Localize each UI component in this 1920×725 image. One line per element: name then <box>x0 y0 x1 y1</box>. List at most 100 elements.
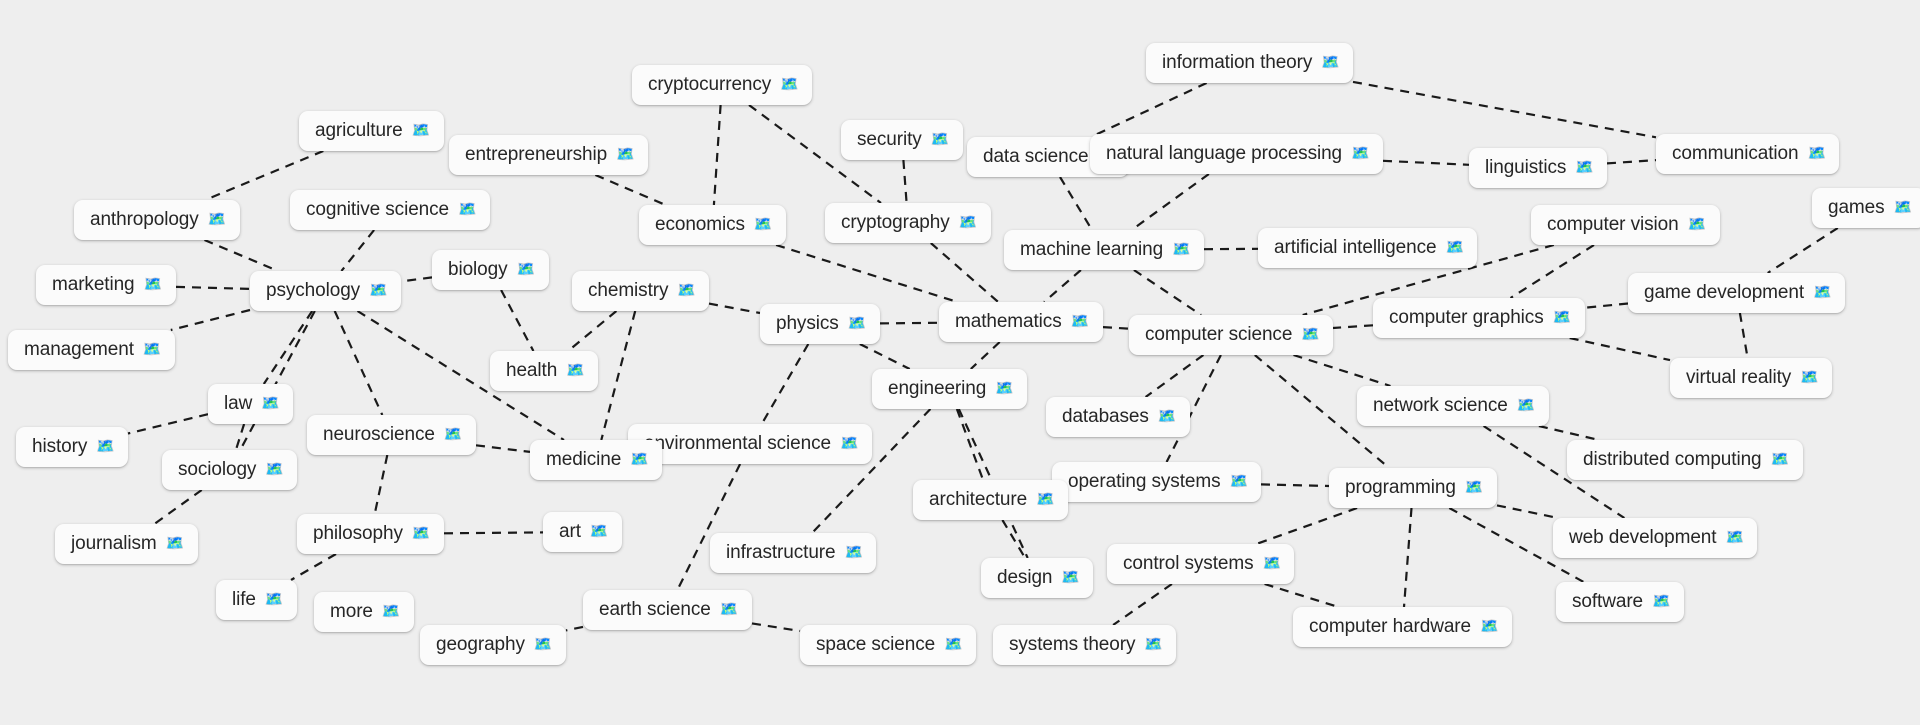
graph-node-label: space science <box>816 634 936 655</box>
graph-node-databases[interactable]: databases 🗺️ <box>1046 397 1190 437</box>
world-map-icon: 🗺️ <box>1070 313 1090 330</box>
world-map-icon: 🗺️ <box>1725 529 1745 546</box>
graph-node-infrastructure[interactable]: infrastructure 🗺️ <box>710 533 877 573</box>
graph-node-label: health <box>506 360 558 381</box>
graph-node-cognitive-science[interactable]: cognitive science 🗺️ <box>290 190 490 230</box>
graph-node-linguistics[interactable]: linguistics 🗺️ <box>1469 148 1608 188</box>
graph-node-label: architecture <box>929 489 1028 510</box>
world-map-icon: 🗺️ <box>1351 145 1370 162</box>
graph-node-economics[interactable]: economics 🗺️ <box>639 205 786 245</box>
graph-node-management[interactable]: management 🗺️ <box>8 330 175 370</box>
graph-node-computer-science[interactable]: computer science 🗺️ <box>1129 315 1334 355</box>
graph-node-law[interactable]: law 🗺️ <box>208 384 294 424</box>
graph-node-anthropology[interactable]: anthropology 🗺️ <box>74 200 240 240</box>
world-map-icon: 🗺️ <box>261 395 280 412</box>
graph-node-label: distributed computing <box>1583 449 1762 470</box>
graph-node-psychology[interactable]: psychology 🗺️ <box>250 271 402 311</box>
graph-node-label: earth science <box>599 599 711 620</box>
graph-node-natural-language-processing[interactable]: natural language processing 🗺️ <box>1090 134 1384 174</box>
graph-node-label: economics <box>655 214 745 235</box>
graph-node-environmental-science[interactable]: environmental science 🗺️ <box>628 424 872 464</box>
graph-node-health[interactable]: health 🗺️ <box>490 351 599 391</box>
graph-node-label: natural language processing <box>1106 143 1343 164</box>
graph-node-label: systems theory <box>1009 634 1136 655</box>
graph-node-web-development[interactable]: web development 🗺️ <box>1553 518 1758 558</box>
world-map-icon: 🗺️ <box>753 216 773 233</box>
graph-node-cryptography[interactable]: cryptography 🗺️ <box>825 203 991 243</box>
world-map-icon: 🗺️ <box>1172 241 1191 258</box>
graph-node-label: operating systems <box>1068 471 1221 492</box>
graph-node-architecture[interactable]: architecture 🗺️ <box>913 480 1069 520</box>
world-map-icon: 🗺️ <box>847 315 867 332</box>
graph-node-agriculture[interactable]: agriculture 🗺️ <box>299 111 444 151</box>
graph-node-computer-hardware[interactable]: computer hardware 🗺️ <box>1293 607 1512 647</box>
graph-node-label: journalism <box>71 533 157 554</box>
graph-node-artificial-intelligence[interactable]: artificial intelligence 🗺️ <box>1258 228 1478 268</box>
graph-node-geography[interactable]: geography 🗺️ <box>420 625 566 665</box>
graph-node-marketing[interactable]: marketing 🗺️ <box>36 265 176 305</box>
graph-node-game-development[interactable]: game development 🗺️ <box>1628 273 1846 313</box>
graph-node-earth-science[interactable]: earth science 🗺️ <box>583 590 752 630</box>
graph-node-label: neuroscience <box>323 424 435 445</box>
graph-node-label: anthropology <box>90 209 199 230</box>
graph-node-chemistry[interactable]: chemistry 🗺️ <box>572 271 710 311</box>
graph-node-label: art <box>559 521 581 542</box>
world-map-icon: 🗺️ <box>1516 397 1536 414</box>
graph-node-journalism[interactable]: journalism 🗺️ <box>55 524 198 564</box>
graph-node-label: security <box>857 129 922 150</box>
graph-node-label: life <box>232 589 256 610</box>
graph-node-engineering[interactable]: engineering 🗺️ <box>872 369 1028 409</box>
graph-node-design[interactable]: design 🗺️ <box>981 558 1094 598</box>
world-map-icon: 🗺️ <box>566 362 585 379</box>
graph-node-label: artificial intelligence <box>1274 237 1437 258</box>
graph-node-virtual-reality[interactable]: virtual reality 🗺️ <box>1670 358 1833 398</box>
graph-node-software[interactable]: software 🗺️ <box>1556 582 1685 622</box>
graph-node-label: cryptography <box>841 212 950 233</box>
knowledge-graph-canvas[interactable]: information theory 🗺️ cryptocurrency 🗺️ agri… <box>0 0 1920 725</box>
graph-node-security[interactable]: security 🗺️ <box>841 120 963 160</box>
graph-node-cryptocurrency[interactable]: cryptocurrency 🗺️ <box>632 65 813 105</box>
graph-node-neuroscience[interactable]: neuroscience 🗺️ <box>307 415 476 455</box>
graph-node-label: computer vision <box>1547 214 1679 235</box>
world-map-icon: 🗺️ <box>1807 145 1827 162</box>
world-map-icon: 🗺️ <box>1262 555 1282 572</box>
graph-node-operating-systems[interactable]: operating systems 🗺️ <box>1052 462 1262 502</box>
world-map-icon: 🗺️ <box>1157 408 1177 425</box>
graph-node-computer-graphics[interactable]: computer graphics 🗺️ <box>1373 298 1585 338</box>
world-map-icon: 🗺️ <box>844 544 864 561</box>
world-map-icon: 🗺️ <box>381 603 401 620</box>
world-map-icon: 🗺️ <box>142 341 162 358</box>
graph-node-network-science[interactable]: network science 🗺️ <box>1357 386 1549 426</box>
graph-node-information-theory[interactable]: information theory 🗺️ <box>1146 43 1354 83</box>
graph-node-distributed-computing[interactable]: distributed computing 🗺️ <box>1567 440 1803 480</box>
graph-node-control-systems[interactable]: control systems 🗺️ <box>1107 544 1295 584</box>
graph-node-life[interactable]: life 🗺️ <box>216 580 297 620</box>
graph-node-games[interactable]: games 🗺️ <box>1812 188 1920 228</box>
world-map-icon: 🗺️ <box>677 282 697 299</box>
world-map-icon: 🗺️ <box>1552 309 1572 326</box>
graph-node-machine-learning[interactable]: machine learning 🗺️ <box>1004 230 1205 270</box>
world-map-icon: 🗺️ <box>1813 284 1832 301</box>
graph-node-label: physics <box>776 313 839 334</box>
graph-node-physics[interactable]: physics 🗺️ <box>760 304 880 344</box>
graph-node-programming[interactable]: programming 🗺️ <box>1329 468 1497 508</box>
graph-node-sociology[interactable]: sociology 🗺️ <box>162 450 298 490</box>
graph-node-label: game development <box>1644 282 1805 303</box>
graph-node-entrepreneurship[interactable]: entrepreneurship 🗺️ <box>449 135 649 175</box>
graph-node-label: biology <box>448 259 508 280</box>
graph-node-label: computer hardware <box>1309 616 1471 637</box>
world-map-icon: 🗺️ <box>1321 54 1340 71</box>
world-map-icon: 🗺️ <box>995 380 1014 397</box>
graph-node-computer-vision[interactable]: computer vision 🗺️ <box>1531 205 1720 245</box>
graph-node-art[interactable]: art 🗺️ <box>543 512 622 552</box>
graph-node-communication[interactable]: communication 🗺️ <box>1656 134 1840 174</box>
graph-node-space-science[interactable]: space science 🗺️ <box>800 625 977 665</box>
graph-node-systems-theory[interactable]: systems theory 🗺️ <box>993 625 1177 665</box>
graph-node-medicine[interactable]: medicine 🗺️ <box>530 440 663 480</box>
graph-node-biology[interactable]: biology 🗺️ <box>432 250 549 290</box>
graph-node-more[interactable]: more 🗺️ <box>314 592 414 632</box>
graph-node-philosophy[interactable]: philosophy 🗺️ <box>297 514 444 554</box>
graph-node-history[interactable]: history 🗺️ <box>16 427 129 467</box>
graph-node-mathematics[interactable]: mathematics 🗺️ <box>939 302 1103 342</box>
world-map-icon: 🗺️ <box>616 146 635 163</box>
